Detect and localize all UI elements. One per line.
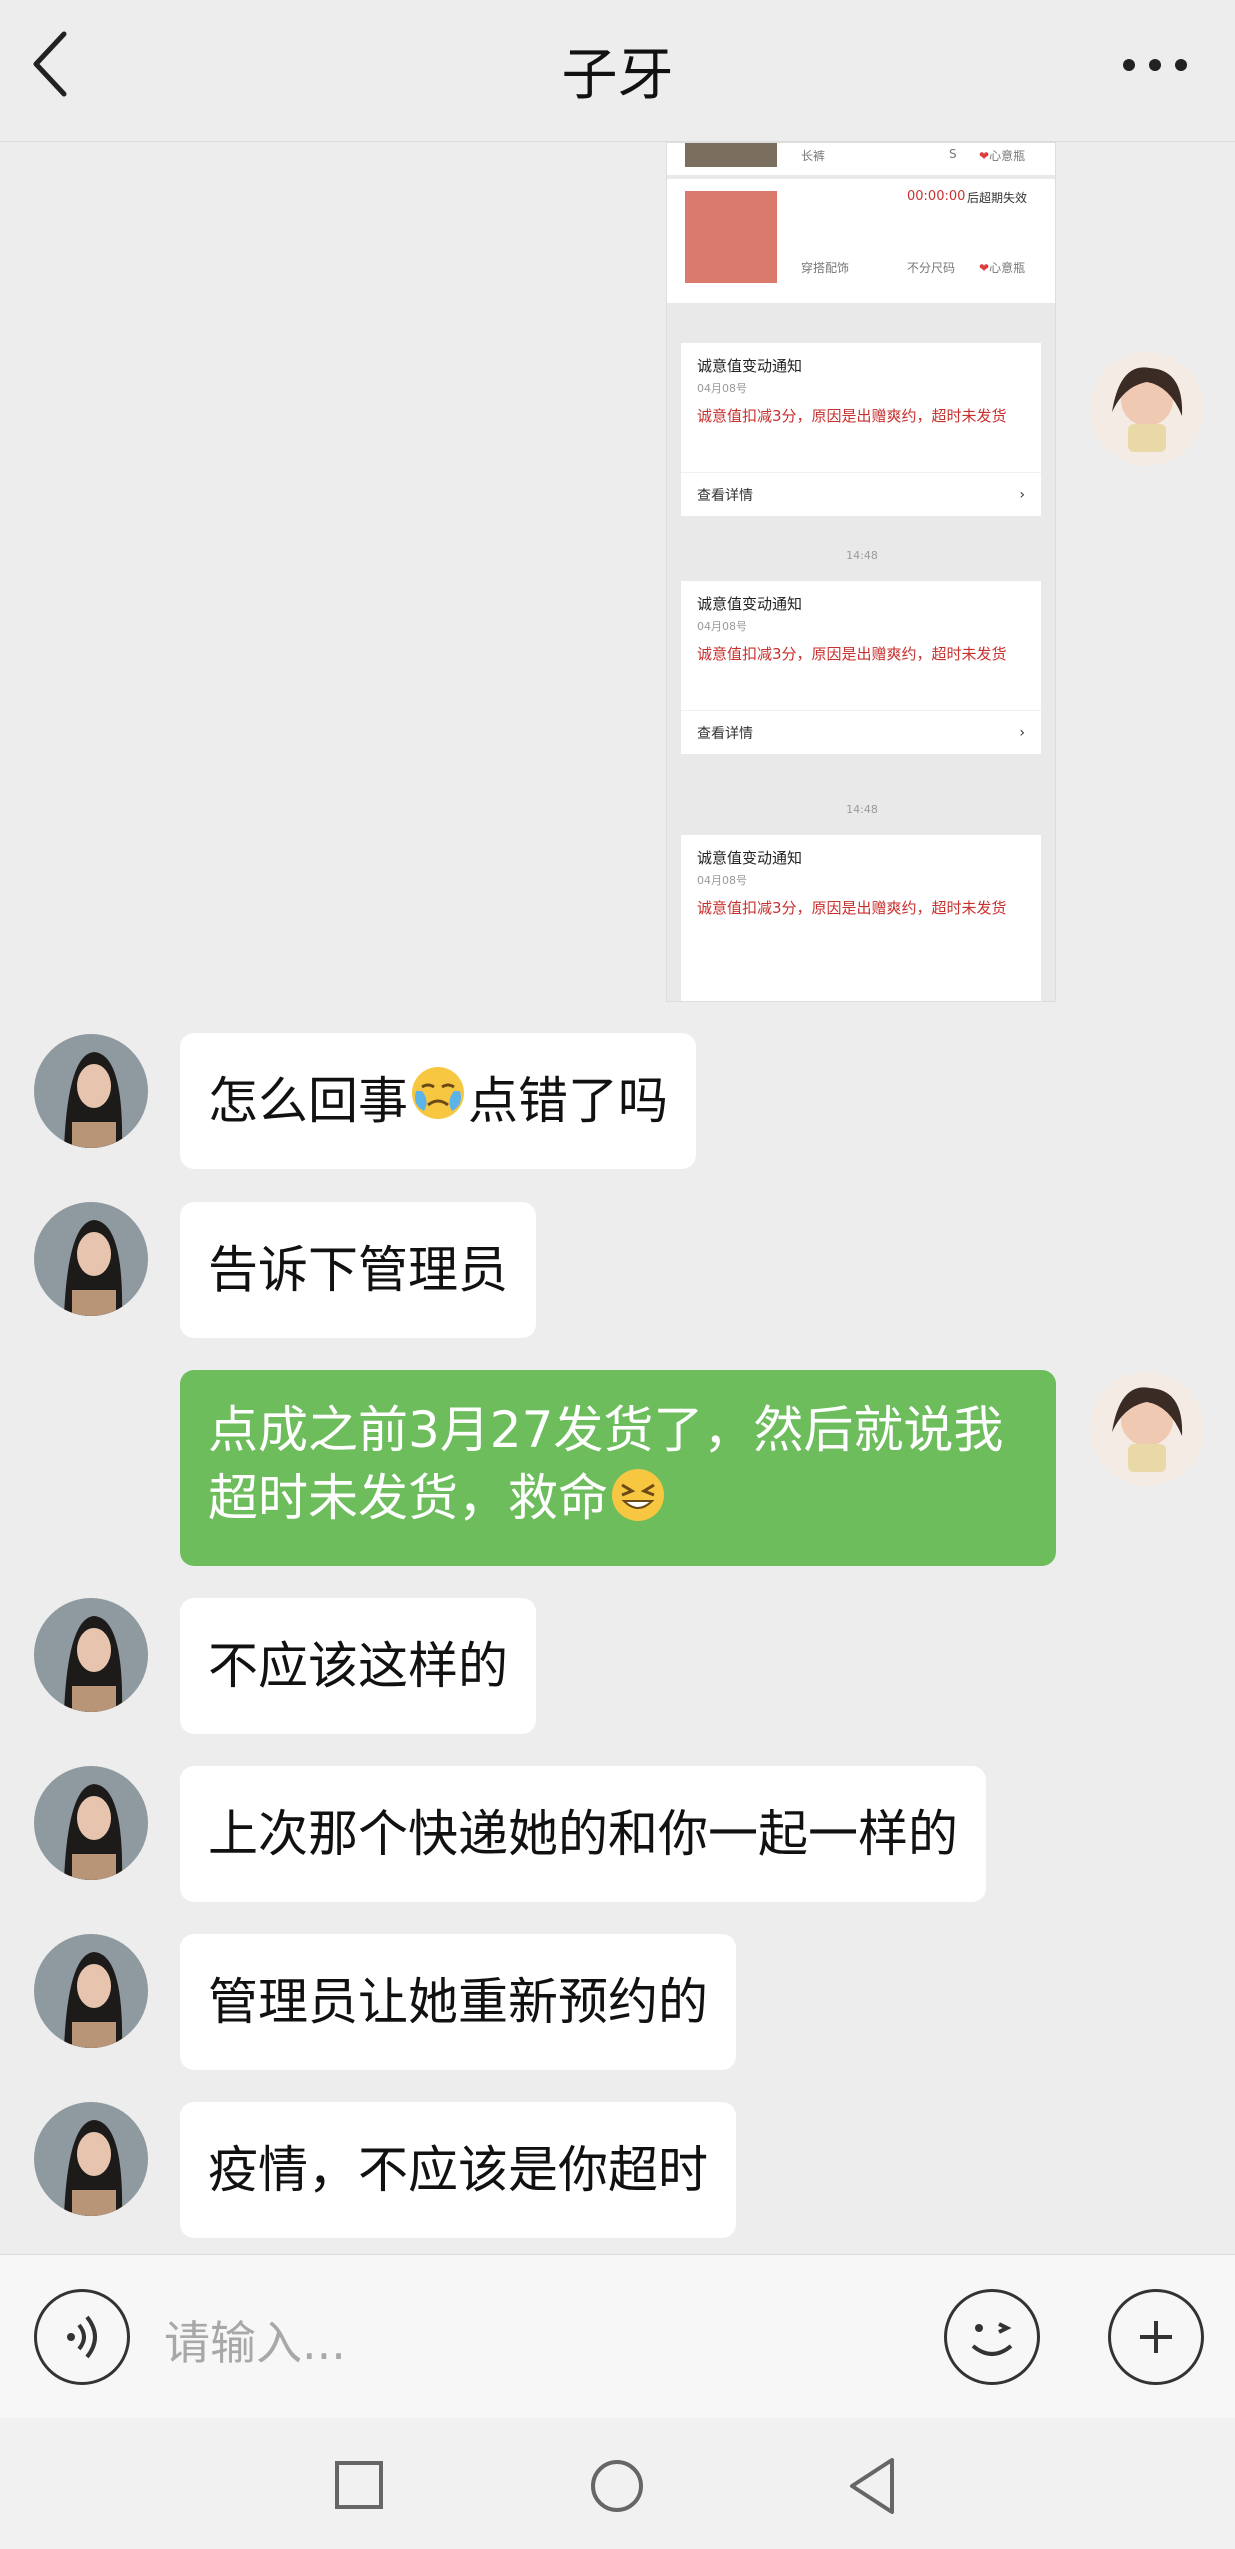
notice-body: 诚意值扣减3分，原因是出赠爽约，超时未发货 [697,899,1007,917]
received-message[interactable]: 上次那个快递她的和你一起一样的 [180,1766,986,1902]
contact-avatar[interactable] [34,2102,148,2216]
notice-body: 诚意值扣减3分，原因是出赠爽约，超时未发货 [697,645,1007,663]
crying-face-emoji-icon [410,1065,466,1138]
contact-avatar[interactable] [34,1202,148,1316]
more-dots-icon [1123,59,1187,71]
home-circle-icon[interactable] [589,2458,645,2514]
product-name: 穿搭配饰 [801,261,850,275]
sent-message[interactable]: 点成之前3月27发货了，然后就说我 超时未发货，救命 [180,1370,1056,1566]
notice-date: 04月08号 [697,382,747,395]
notice-title: 诚意值变动通知 [697,595,803,613]
my-avatar[interactable] [1090,352,1204,466]
product-fav: ❤心意瓶 [979,261,1026,275]
back-triangle-icon[interactable] [846,2456,898,2516]
received-message[interactable]: 告诉下管理员 [180,1202,536,1338]
product-fav: ❤心意瓶 [979,149,1026,163]
message-text: 超时未发货，救命 [208,1469,608,1527]
notice-link: 查看详情 [697,487,753,504]
recents-square-icon[interactable] [334,2460,384,2510]
message-text: 怎么回事 [208,1072,408,1130]
grinning-squint-emoji-icon [610,1467,666,1540]
notice-date: 04月08号 [697,620,747,633]
received-message[interactable]: 管理员让她重新预约的 [180,1934,736,2070]
chat-header: 子牙 [0,0,1235,142]
product-row: 长裤 S ❤心意瓶 [667,143,1055,175]
product-timer-suffix: 后超期失效 [967,191,1028,205]
system-nav-bar [0,2418,1235,2549]
input-bar: 请输入... [0,2254,1235,2418]
message-text: 管理员让她重新预约的 [208,1973,708,2031]
product-name: 长裤 [801,149,826,163]
notice-date: 04月08号 [697,874,747,887]
message-text: 告诉下管理员 [208,1241,508,1299]
message-input[interactable]: 请输入... [164,2307,346,2373]
message-text: 点成之前3月27发货了，然后就说我 [208,1401,1004,1459]
received-message[interactable]: 怎么回事 点错了吗 [180,1033,696,1169]
add-button[interactable] [1108,2289,1204,2385]
voice-icon [67,2315,97,2359]
chat-messages[interactable]: 长裤 S ❤心意瓶 00:00:00 后超期失效 穿搭配饰 不分尺码 ❤心意瓶 … [0,142,1235,2254]
heart-icon: ❤ [979,261,990,275]
notice-footer: 查看详情 › [681,472,1041,516]
notice-title: 诚意值变动通知 [697,357,803,375]
product-thumbnail [685,191,777,283]
my-avatar[interactable] [1090,1372,1204,1486]
message-text: 点错了吗 [468,1072,668,1130]
notice-card: 诚意值变动通知 04月08号 诚意值扣减3分，原因是出赠爽约，超时未发货 查看详… [681,581,1041,754]
notice-card: 诚意值变动通知 04月08号 诚意值扣减3分，原因是出赠爽约，超时未发货 查看详… [681,343,1041,516]
notice-footer: 查看详情 › [681,710,1041,754]
received-message[interactable]: 不应该这样的 [180,1598,536,1734]
notice-title: 诚意值变动通知 [697,849,803,867]
shared-screenshot-image[interactable]: 长裤 S ❤心意瓶 00:00:00 后超期失效 穿搭配饰 不分尺码 ❤心意瓶 … [666,142,1056,1002]
contact-avatar[interactable] [34,1034,148,1148]
chevron-right-icon: › [1019,724,1025,741]
contact-avatar[interactable] [34,1766,148,1880]
product-size: S [949,147,957,161]
smiley-icon [971,2322,1013,2356]
message-text: 上次那个快递她的和你一起一样的 [208,1805,958,1863]
message-text: 不应该这样的 [208,1637,508,1695]
product-row: 00:00:00 后超期失效 穿搭配饰 不分尺码 ❤心意瓶 [667,179,1055,303]
message-text: 疫情，不应该是你超时 [208,2141,708,2199]
received-message[interactable]: 疫情，不应该是你超时 [180,2102,736,2238]
more-button[interactable] [1115,40,1195,90]
product-timer: 00:00:00 [907,189,966,204]
product-thumbnail [685,143,777,167]
chat-title: 子牙 [561,43,674,108]
message-line: 超时未发货，救命 [208,1464,1028,1540]
timestamp: 14:48 [846,803,878,816]
emoji-button[interactable] [944,2289,1040,2385]
contact-avatar[interactable] [34,1598,148,1712]
chevron-right-icon: › [1019,486,1025,503]
notice-link: 查看详情 [697,725,753,742]
contact-avatar[interactable] [34,1934,148,2048]
product-size: 不分尺码 [907,261,956,275]
plus-icon [1140,2321,1172,2353]
notice-card: 诚意值变动通知 04月08号 诚意值扣减3分，原因是出赠爽约，超时未发货 [681,835,1041,1001]
notice-body: 诚意值扣减3分，原因是出赠爽约，超时未发货 [697,407,1007,425]
heart-icon: ❤ [979,149,990,163]
voice-button[interactable] [34,2289,130,2385]
timestamp: 14:48 [846,549,878,562]
